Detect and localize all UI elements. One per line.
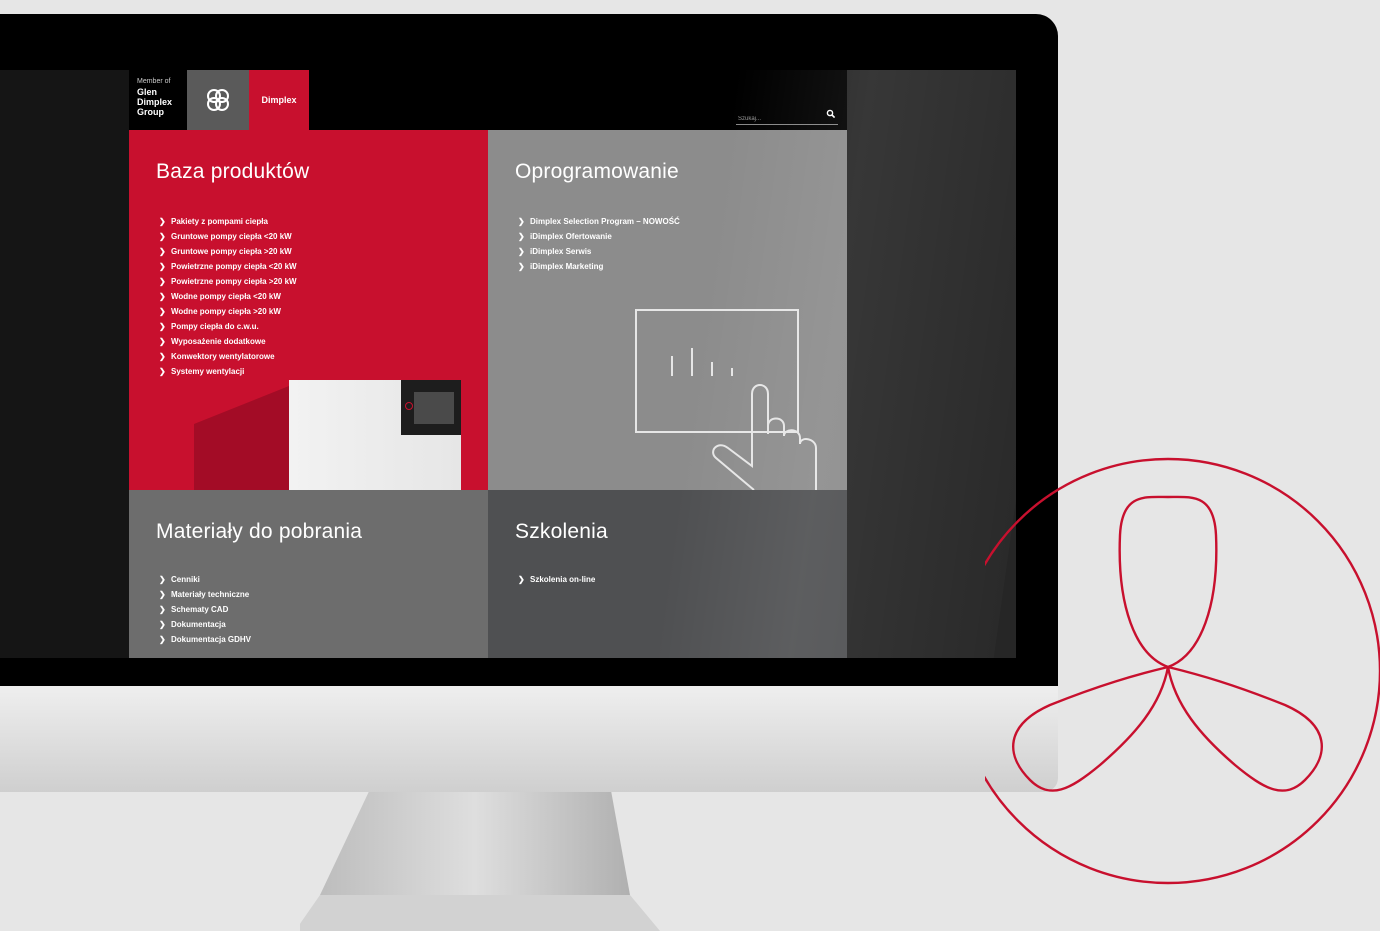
list-item[interactable]: ❯ Wodne pompy ciepła <20 kW — [159, 289, 297, 304]
group-logo[interactable] — [187, 70, 249, 130]
monitor-chin — [0, 685, 1058, 792]
chevron-right-icon: ❯ — [518, 232, 525, 241]
link-label: iDimplex Ofertowanie — [530, 232, 612, 241]
group-name-line: Group — [137, 107, 164, 117]
link-label: Wodne pompy ciepła >20 kW — [171, 307, 281, 316]
chevron-right-icon: ❯ — [159, 367, 166, 376]
link-label: Powietrzne pompy ciepła <20 kW — [171, 262, 297, 271]
link-label: iDimplex Marketing — [530, 262, 604, 271]
chevron-right-icon: ❯ — [159, 590, 166, 599]
panel-title[interactable]: Baza produktów — [156, 160, 309, 184]
list-item[interactable]: ❯ Szkolenia on-line — [518, 572, 595, 587]
glen-dimplex-knot-icon — [207, 89, 229, 111]
panel-title[interactable]: Szkolenia — [515, 520, 608, 544]
link-label: Pompy ciepła do c.w.u. — [171, 322, 259, 331]
chevron-right-icon: ❯ — [159, 262, 166, 271]
chevron-right-icon: ❯ — [518, 575, 525, 584]
link-label: Pakiety z pompami ciepła — [171, 217, 268, 226]
search-box — [736, 107, 838, 125]
link-label: Schematy CAD — [171, 605, 229, 614]
link-label: Gruntowe pompy ciepła >20 kW — [171, 247, 292, 256]
training-link-list: ❯ Szkolenia on-line — [518, 572, 595, 587]
software-link-list: ❯ Dimplex Selection Program – NOWOŚĆ ❯ iDi… — [518, 214, 680, 274]
search-icon[interactable] — [826, 109, 836, 119]
chevron-right-icon: ❯ — [159, 232, 166, 241]
touch-screen-icon — [635, 309, 817, 490]
products-link-list: ❯ Pakiety z pompami ciepła ❯ Gruntowe pomp… — [159, 214, 297, 379]
list-item[interactable]: ❯ Systemy wentylacji — [159, 364, 297, 379]
list-item[interactable]: ❯ Pompy ciepła do c.w.u. — [159, 319, 297, 334]
list-item[interactable]: ❯ Materiały techniczne — [159, 587, 251, 602]
heat-pump-control-panel-image — [401, 380, 461, 435]
group-badge[interactable]: Member of Glen Dimplex Group — [137, 78, 172, 117]
chevron-right-icon: ❯ — [159, 217, 166, 226]
link-label: iDimplex Serwis — [530, 247, 592, 256]
chevron-right-icon: ❯ — [159, 352, 166, 361]
chevron-right-icon: ❯ — [159, 620, 166, 629]
list-item[interactable]: ❯ Wyposażenie dodatkowe — [159, 334, 297, 349]
link-label: Gruntowe pompy ciepła <20 kW — [171, 232, 292, 241]
search-input[interactable] — [736, 114, 820, 124]
list-item[interactable]: ❯ iDimplex Marketing — [518, 259, 680, 274]
brand-tab-dimplex[interactable]: Dimplex — [249, 70, 309, 130]
list-item[interactable]: ❯ Schematy CAD — [159, 602, 251, 617]
link-label: Szkolenia on-line — [530, 575, 596, 584]
list-item[interactable]: ❯ Pakiety z pompami ciepła — [159, 214, 297, 229]
monitor-bezel: Member of Glen Dimplex Group Dimplex Szu… — [0, 14, 1058, 686]
member-of-label: Member of — [137, 78, 171, 85]
list-item[interactable]: ❯ Dokumentacja GDHV — [159, 632, 251, 647]
panel-title[interactable]: Oprogramowanie — [515, 160, 679, 184]
list-item[interactable]: ❯ Wodne pompy ciepła >20 kW — [159, 304, 297, 319]
chevron-right-icon: ❯ — [159, 307, 166, 316]
chevron-right-icon: ❯ — [159, 575, 166, 584]
list-item[interactable]: ❯ Konwektory wentylatorowe — [159, 349, 297, 364]
panel-title[interactable]: Materiały do pobrania — [156, 520, 362, 544]
list-item[interactable]: ❯ Powietrzne pompy ciepła >20 kW — [159, 274, 297, 289]
link-label: Dimplex Selection Program – NOWOŚĆ — [530, 217, 680, 226]
downloads-panel: Materiały do pobrania ❯ Cenniki ❯ Materiał… — [129, 490, 488, 658]
link-label: Dokumentacja — [171, 620, 226, 629]
chevron-right-icon: ❯ — [159, 635, 166, 644]
link-label: Powietrzne pompy ciepła >20 kW — [171, 277, 297, 286]
control-display — [414, 392, 454, 424]
fan-outline-icon — [985, 457, 1380, 885]
training-panel: Szkolenia ❯ Szkolenia on-line — [488, 490, 847, 658]
site-header: Member of Glen Dimplex Group Dimplex — [129, 70, 847, 130]
chevron-right-icon: ❯ — [518, 247, 525, 256]
list-item[interactable]: ❯ Cenniki — [159, 572, 251, 587]
software-panel: Oprogramowanie ❯ Dimplex Selection Progra… — [488, 130, 847, 490]
group-name-line: Glen — [137, 87, 158, 97]
list-item[interactable]: ❯ iDimplex Serwis — [518, 244, 680, 259]
website-screen: Member of Glen Dimplex Group Dimplex Szu… — [0, 70, 1016, 658]
chevron-right-icon: ❯ — [159, 605, 166, 614]
chevron-right-icon: ❯ — [159, 322, 166, 331]
link-label: Wyposażenie dodatkowe — [171, 337, 266, 346]
chevron-right-icon: ❯ — [518, 262, 525, 271]
list-item[interactable]: ❯ Dokumentacja — [159, 617, 251, 632]
chevron-right-icon: ❯ — [159, 247, 166, 256]
downloads-link-list: ❯ Cenniki ❯ Materiały techniczne ❯ Schematy… — [159, 572, 251, 647]
product-image-shadow — [194, 380, 304, 490]
list-item[interactable]: ❯ Dimplex Selection Program – NOWOŚĆ — [518, 214, 680, 229]
link-label: Materiały techniczne — [171, 590, 250, 599]
link-label: Systemy wentylacji — [171, 367, 245, 376]
chevron-right-icon: ❯ — [159, 337, 166, 346]
link-label: Wodne pompy ciepła <20 kW — [171, 292, 281, 301]
control-knob-icon — [405, 402, 413, 410]
link-label: Konwektory wentylatorowe — [171, 352, 275, 361]
group-name-line: Dimplex — [137, 97, 173, 107]
products-panel: Baza produktów ❯ Pakiety z pompami ciepła… — [129, 130, 488, 490]
link-label: Dokumentacja GDHV — [171, 635, 252, 644]
list-item[interactable]: ❯ Gruntowe pompy ciepła >20 kW — [159, 244, 297, 259]
monitor-stand — [300, 785, 660, 931]
link-label: Cenniki — [171, 575, 200, 584]
chevron-right-icon: ❯ — [159, 292, 166, 301]
list-item[interactable]: ❯ iDimplex Ofertowanie — [518, 229, 680, 244]
list-item[interactable]: ❯ Powietrzne pompy ciepła <20 kW — [159, 259, 297, 274]
chevron-right-icon: ❯ — [518, 217, 525, 226]
list-item[interactable]: ❯ Gruntowe pompy ciepła <20 kW — [159, 229, 297, 244]
chevron-right-icon: ❯ — [159, 277, 166, 286]
